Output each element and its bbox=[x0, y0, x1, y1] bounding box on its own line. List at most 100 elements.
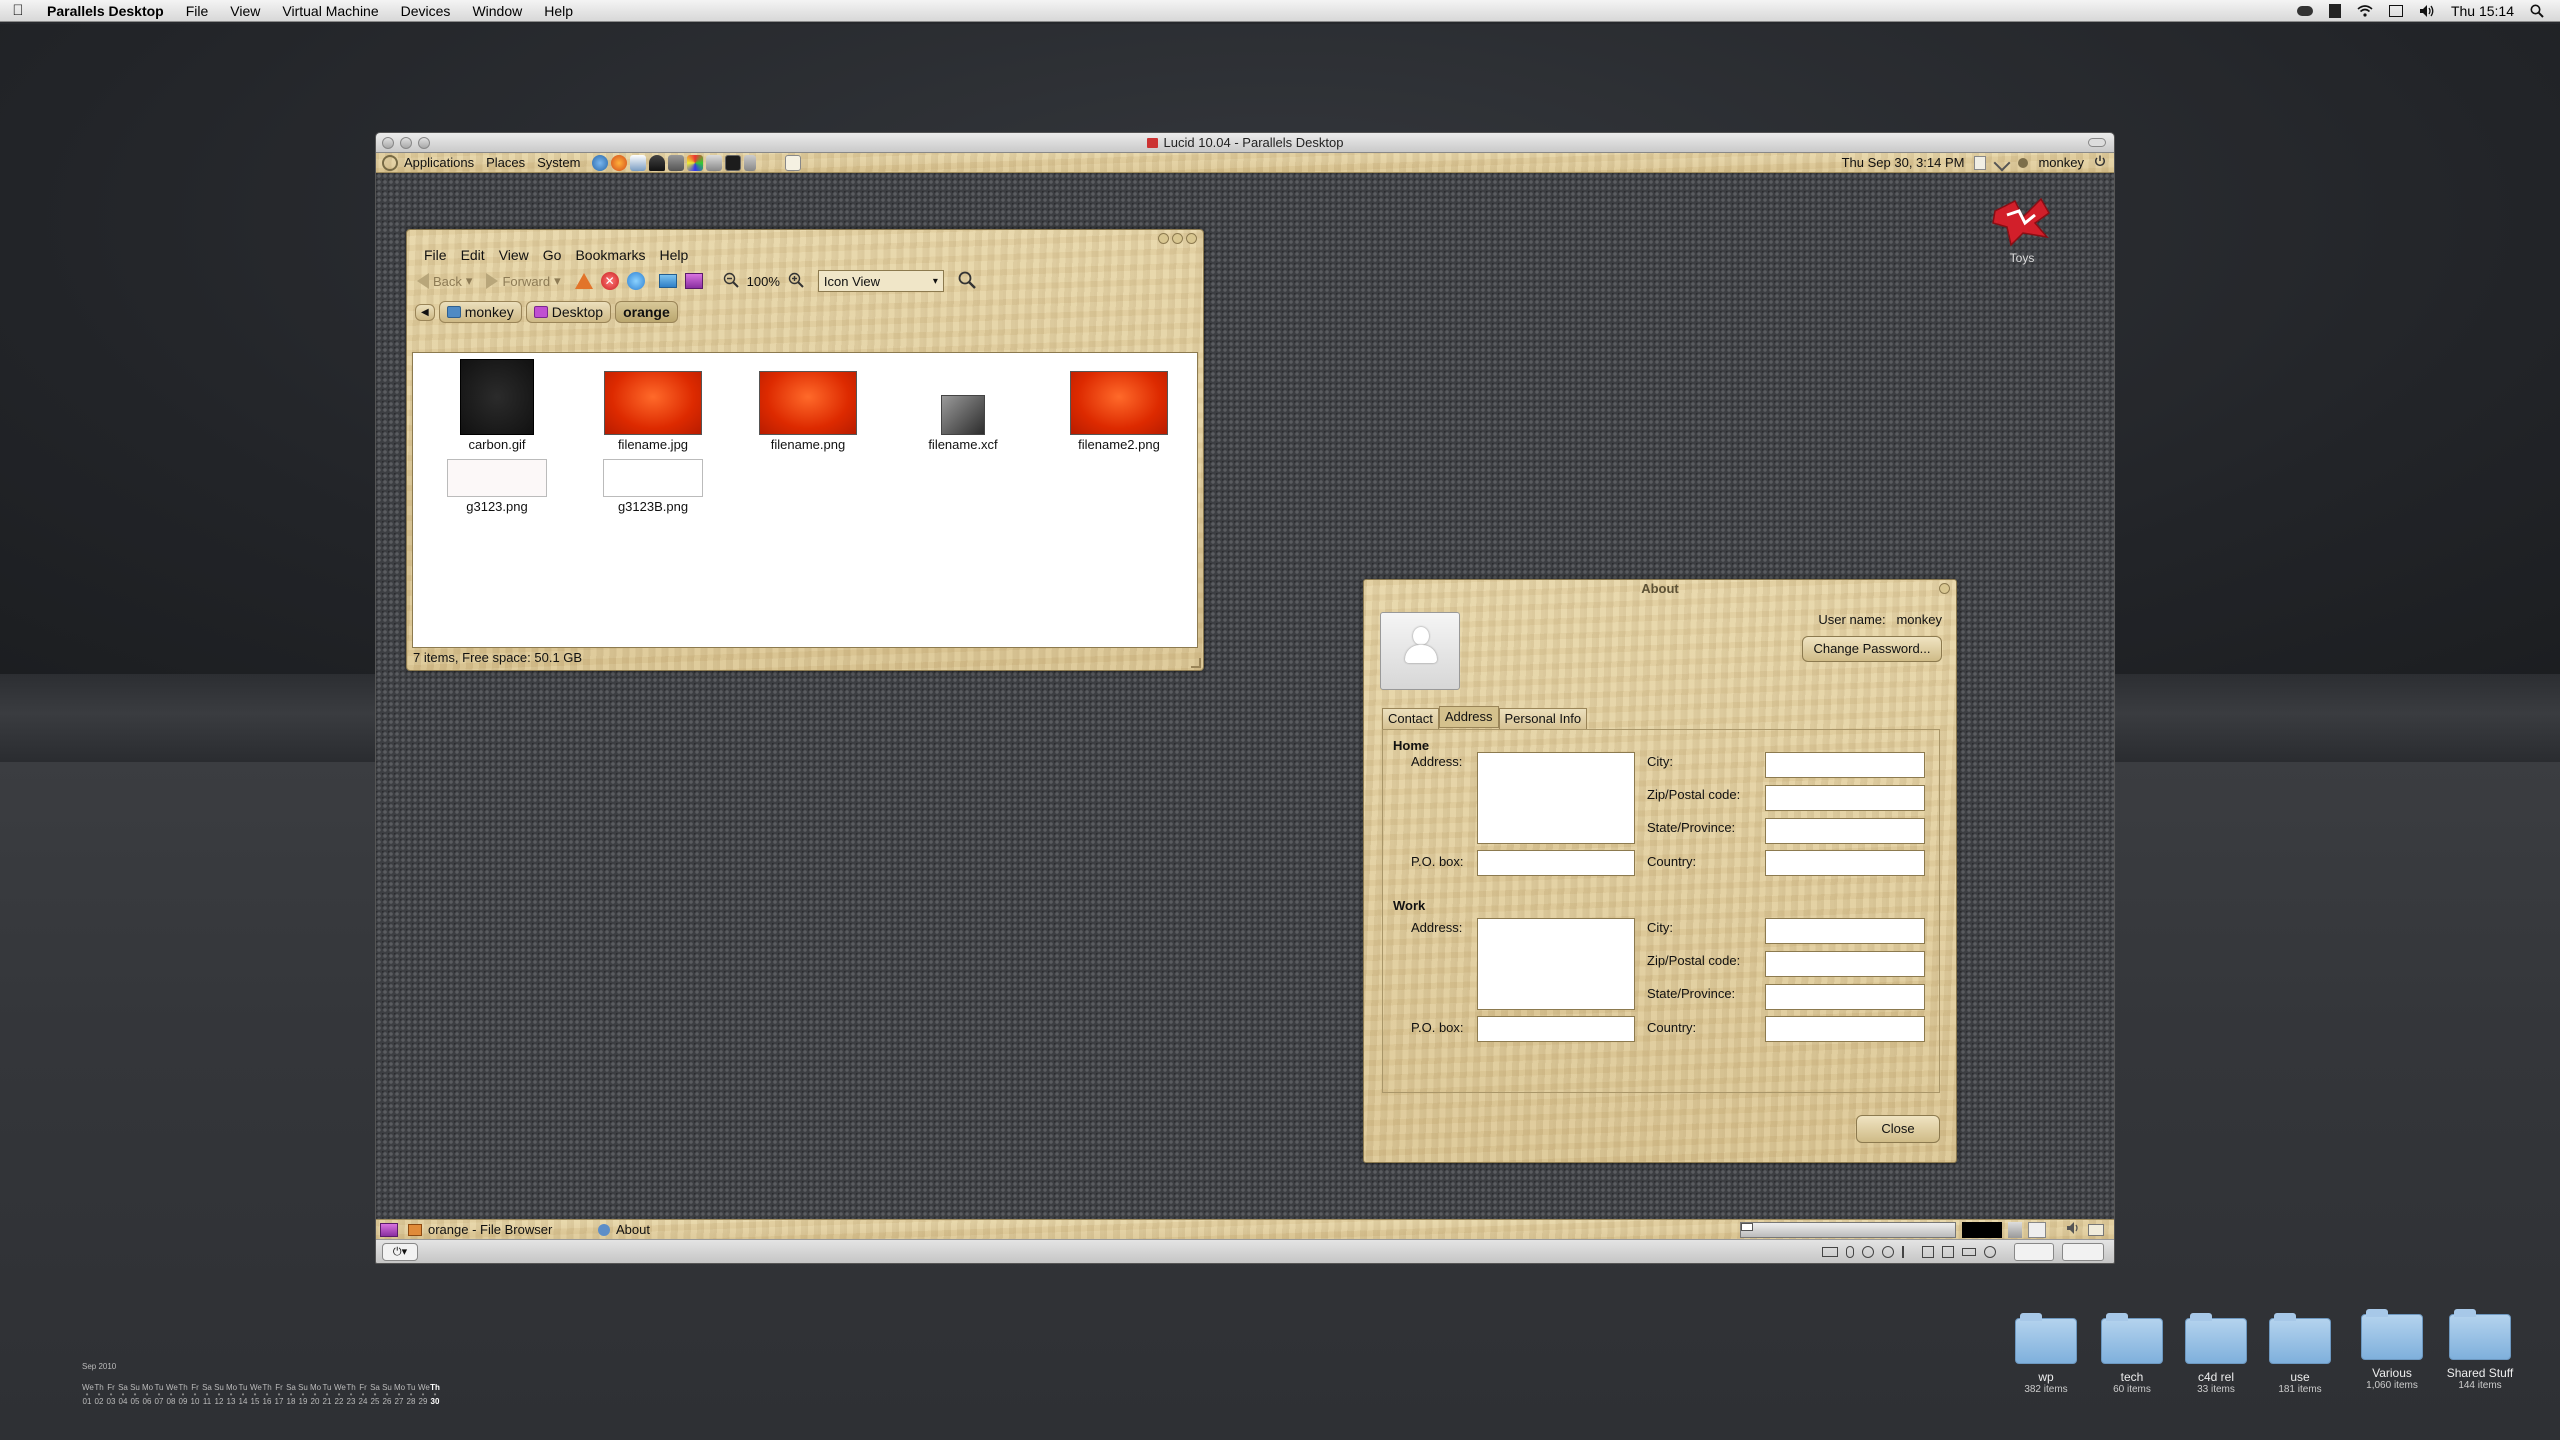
calendar-date[interactable]: 04 bbox=[118, 1397, 128, 1406]
menu-file[interactable]: File bbox=[175, 3, 220, 19]
cd-icon[interactable] bbox=[1862, 1246, 1874, 1258]
calendar-date[interactable]: 11 bbox=[202, 1397, 212, 1406]
file-item[interactable]: filename.png bbox=[738, 371, 878, 452]
zoom-window-button[interactable] bbox=[418, 137, 430, 149]
mail-icon[interactable] bbox=[2088, 1223, 2104, 1236]
calendar-date[interactable]: 23 bbox=[346, 1397, 356, 1406]
menu-app-name[interactable]: Parallels Desktop bbox=[36, 3, 175, 19]
file-item[interactable]: g3123B.png bbox=[583, 459, 723, 514]
usb-icon[interactable] bbox=[1902, 1246, 1914, 1258]
close-window-button[interactable] bbox=[382, 137, 394, 149]
power-menu-button[interactable]: ⏻▾ bbox=[382, 1243, 418, 1261]
menu-virtual-machine[interactable]: Virtual Machine bbox=[271, 3, 389, 19]
menu-devices[interactable]: Devices bbox=[390, 3, 462, 19]
breadcrumb-monkey[interactable]: monkey bbox=[438, 301, 522, 323]
calendar-date[interactable]: 27 bbox=[394, 1397, 404, 1406]
terminal-icon[interactable] bbox=[684, 273, 703, 289]
mac-folder-tech[interactable]: tech 60 items bbox=[2092, 1313, 2172, 1395]
fb-menu-help[interactable]: Help bbox=[653, 247, 696, 263]
calendar-date[interactable]: 25 bbox=[370, 1397, 380, 1406]
computer-icon[interactable] bbox=[658, 274, 677, 288]
mac-folder-various[interactable]: Various 1,060 items bbox=[2352, 1309, 2432, 1391]
hdd-icon[interactable] bbox=[1962, 1248, 1976, 1256]
network-icon[interactable] bbox=[1993, 154, 2011, 171]
home-icon[interactable] bbox=[574, 273, 593, 289]
calendar-date[interactable]: 24 bbox=[358, 1397, 368, 1406]
calendar-date[interactable]: 16 bbox=[262, 1397, 272, 1406]
file-browser-titlebar[interactable] bbox=[407, 230, 1203, 244]
close-button[interactable]: Close bbox=[1856, 1115, 1940, 1143]
calendar-date[interactable]: 26 bbox=[382, 1397, 392, 1406]
work-zip-field[interactable] bbox=[1765, 951, 1925, 977]
menu-help[interactable]: Help bbox=[533, 3, 584, 19]
network-adapter-icon[interactable] bbox=[1882, 1246, 1894, 1258]
file-item[interactable]: filename.xcf bbox=[893, 395, 1033, 452]
file-item[interactable]: carbon.gif bbox=[427, 359, 567, 452]
workspace-switcher[interactable] bbox=[1740, 1221, 1956, 1238]
parallels-status-icon[interactable] bbox=[2296, 5, 2313, 16]
breadcrumb-back-button[interactable]: ◀ bbox=[415, 303, 435, 321]
wifi-icon[interactable] bbox=[2357, 4, 2373, 18]
image-viewer-launcher-icon[interactable] bbox=[630, 154, 647, 171]
fb-menu-view[interactable]: View bbox=[492, 247, 536, 263]
fb-menu-edit[interactable]: Edit bbox=[454, 247, 492, 263]
home-address-field[interactable] bbox=[1477, 752, 1635, 844]
desktop-icon-toys[interactable]: Toys bbox=[1982, 193, 2062, 265]
trash-icon[interactable] bbox=[2008, 1221, 2022, 1238]
workspace-dark[interactable] bbox=[1962, 1221, 2002, 1238]
tab-address[interactable]: Address bbox=[1438, 706, 1499, 728]
mac-folder-shared-stuff[interactable]: Shared Stuff 144 items bbox=[2440, 1309, 2520, 1391]
toolbar-toggle-button[interactable] bbox=[2088, 138, 2106, 147]
floppy-icon[interactable] bbox=[1922, 1246, 1934, 1258]
shared-folder-icon[interactable] bbox=[1984, 1246, 1996, 1258]
calendar-date[interactable]: 05 bbox=[130, 1397, 140, 1406]
apple-icon[interactable]:  bbox=[0, 2, 36, 19]
panel-datetime[interactable]: Thu Sep 30, 3:14 PM bbox=[1842, 155, 1965, 170]
calendar-date[interactable]: 21 bbox=[322, 1397, 332, 1406]
fb-menu-file[interactable]: File bbox=[417, 247, 454, 263]
menu-applications[interactable]: Applications bbox=[398, 155, 480, 170]
breadcrumb-desktop[interactable]: Desktop bbox=[525, 301, 612, 323]
about-close-icon[interactable] bbox=[1939, 583, 1950, 594]
keyboard-icon[interactable] bbox=[1822, 1247, 1838, 1257]
terminal-launcher-icon[interactable] bbox=[725, 154, 742, 171]
about-titlebar[interactable]: About bbox=[1364, 580, 1956, 598]
work-country-field[interactable] bbox=[1765, 1016, 1925, 1042]
coherence-button[interactable] bbox=[2014, 1243, 2054, 1261]
speaker-icon[interactable] bbox=[2066, 1221, 2082, 1238]
zoom-in-icon[interactable] bbox=[788, 272, 804, 291]
breadcrumb-orange[interactable]: orange bbox=[615, 301, 678, 323]
trash-launcher-icon[interactable] bbox=[744, 154, 757, 171]
work-address-field[interactable] bbox=[1477, 918, 1635, 1010]
home-state-field[interactable] bbox=[1765, 818, 1925, 844]
calendar-date[interactable]: 10 bbox=[190, 1397, 200, 1406]
calendar-date[interactable]: 13 bbox=[226, 1397, 236, 1406]
spotlight-icon[interactable] bbox=[2530, 4, 2546, 18]
view-mode-button[interactable] bbox=[2062, 1243, 2104, 1261]
search-icon[interactable] bbox=[958, 271, 976, 292]
sound-icon[interactable] bbox=[1942, 1246, 1954, 1258]
parallels-titlebar[interactable]: Lucid 10.04 - Parallels Desktop bbox=[376, 133, 2114, 153]
calendar-date[interactable]: 15 bbox=[250, 1397, 260, 1406]
panel-user[interactable]: monkey bbox=[2038, 155, 2084, 170]
display-icon[interactable] bbox=[2388, 4, 2403, 17]
mac-folder-wp[interactable]: wp 382 items bbox=[2006, 1313, 2086, 1395]
back-button[interactable]: Back ▾ bbox=[417, 273, 472, 289]
work-po-box-field[interactable] bbox=[1477, 1016, 1635, 1042]
fb-menu-go[interactable]: Go bbox=[536, 247, 569, 263]
reload-icon[interactable] bbox=[626, 272, 645, 290]
calendar-date[interactable]: 02 bbox=[94, 1397, 104, 1406]
calendar-date[interactable]: 22 bbox=[334, 1397, 344, 1406]
notes-icon[interactable] bbox=[2028, 1221, 2046, 1238]
firefox-launcher-icon[interactable] bbox=[611, 154, 628, 171]
workspace-active[interactable] bbox=[1741, 1222, 1753, 1231]
power-icon[interactable] bbox=[2094, 155, 2106, 170]
menu-view[interactable]: View bbox=[219, 3, 271, 19]
forward-dropdown-icon[interactable]: ▾ bbox=[554, 273, 561, 289]
calendar-date[interactable]: 07 bbox=[154, 1397, 164, 1406]
avatar[interactable] bbox=[1380, 612, 1460, 690]
tab-personal-info[interactable]: Personal Info bbox=[1498, 708, 1588, 730]
calendar-date[interactable]: 06 bbox=[142, 1397, 152, 1406]
home-city-field[interactable] bbox=[1765, 752, 1925, 778]
calendar-date[interactable]: 19 bbox=[298, 1397, 308, 1406]
